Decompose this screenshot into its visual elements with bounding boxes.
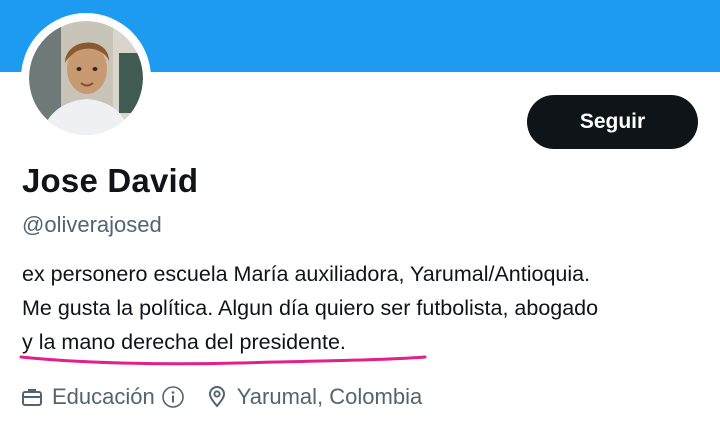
avatar-photo [23,15,149,141]
username-handle: @oliverajosed [22,212,162,237]
display-name: Jose David [22,162,199,199]
category-label: Educación [52,384,155,409]
profile-avatar[interactable] [21,13,151,143]
bio-line: ex personero escuela María auxiliadora, … [22,262,591,286]
location-label: Yarumal, Colombia [236,384,423,409]
category-item: Educación [20,384,185,410]
profile-metadata: Educación Yarumal, Colombia [20,381,422,413]
info-icon[interactable] [161,385,185,409]
handdrawn-underline-mark [19,355,427,366]
location-pin-icon [205,385,229,409]
profile-bio: ex personero escuela María auxiliadora, … [22,257,712,359]
briefcase-icon [20,385,44,409]
bio-line: Me gusta la política. Algun día quiero s… [22,296,599,320]
location-item: Yarumal, Colombia [205,384,422,410]
follow-button[interactable]: Seguir [527,95,698,149]
